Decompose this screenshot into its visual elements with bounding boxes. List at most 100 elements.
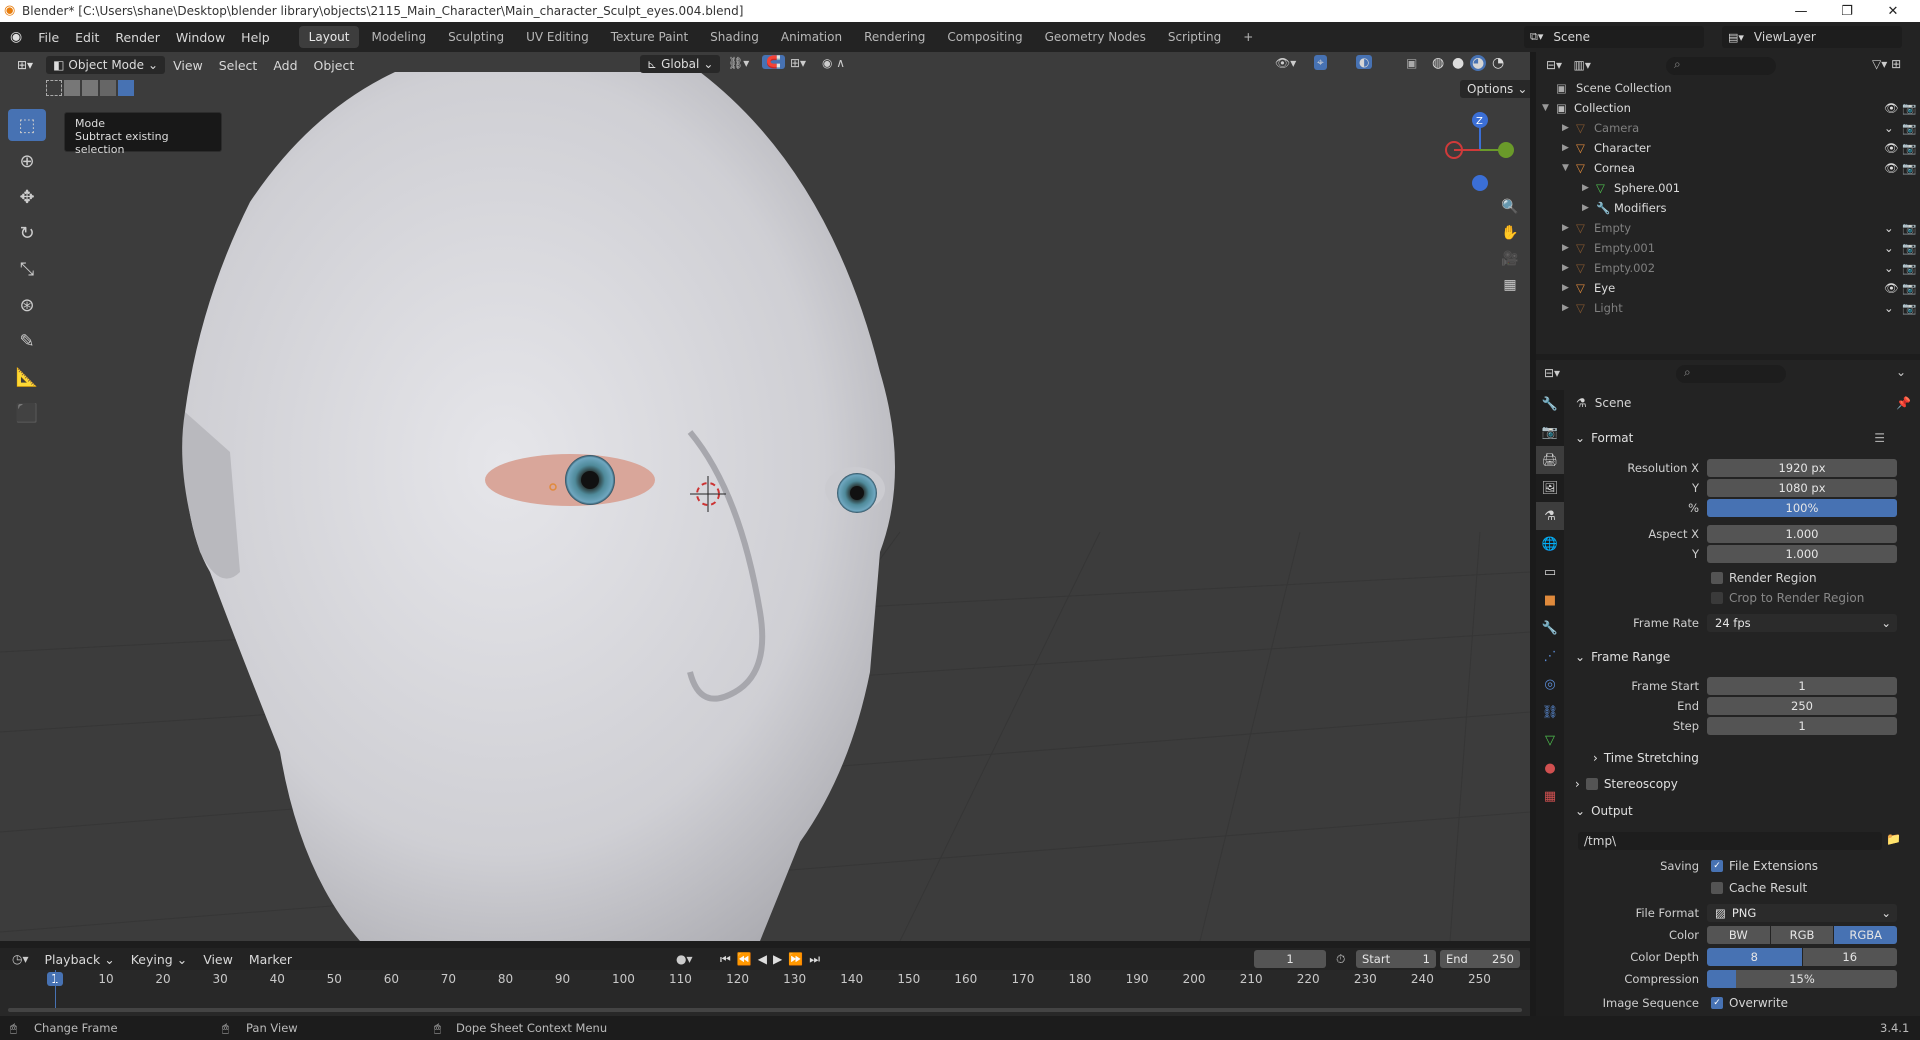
viewport-menu-select[interactable]: Select — [211, 58, 266, 73]
view-layer-selector[interactable]: ▤▾ ViewLayer — [1722, 26, 1902, 48]
filter-icon[interactable]: ▽▾ ⊞ — [1872, 57, 1901, 71]
clock-icon[interactable]: ⏱ — [1336, 952, 1345, 967]
color-rgb-button[interactable]: RGB — [1770, 926, 1834, 944]
resolution-y-field[interactable]: 1080 px — [1707, 479, 1897, 497]
frame-range-panel-header[interactable]: ⌄ Frame Range — [1575, 645, 1905, 669]
chevron-down-icon[interactable]: ⌄ — [1896, 365, 1906, 379]
folder-icon[interactable]: 📁 — [1886, 832, 1906, 850]
render-tab-icon[interactable]: 📷 — [1536, 418, 1564, 446]
start-frame-field[interactable]: Start 1 — [1356, 950, 1436, 968]
expand-arrow-icon[interactable]: ▼ — [1542, 103, 1549, 113]
eye-icon[interactable]: 👁 — [1884, 161, 1899, 175]
resolution-x-field[interactable]: 1920 px — [1707, 459, 1897, 477]
workspace-tab-modeling[interactable]: Modeling — [361, 26, 436, 48]
workspace-tab-compositing[interactable]: Compositing — [937, 26, 1032, 48]
viewport-menu-view[interactable]: View — [165, 58, 211, 73]
wireframe-shading-icon[interactable]: ◍ — [1432, 55, 1444, 71]
color-depth-8-button[interactable]: 8 — [1707, 948, 1802, 966]
material-tab-icon[interactable]: ● — [1536, 754, 1564, 782]
object-tab-icon[interactable]: ■ — [1536, 586, 1564, 614]
end-frame-field[interactable]: End 250 — [1440, 950, 1520, 968]
perspective-grid-icon[interactable]: ▦ — [1497, 272, 1523, 298]
frame-step-field[interactable]: 1 — [1707, 717, 1897, 735]
time-stretching-panel-header[interactable]: › Time Stretching — [1575, 746, 1905, 770]
gizmo-toggle-icon[interactable]: ⌖ — [1314, 55, 1327, 70]
camera-render-icon[interactable]: 📷 — [1902, 301, 1916, 315]
cache-result-checkbox[interactable]: Cache Result — [1711, 881, 1807, 895]
transform-tool[interactable]: ⊛ — [8, 289, 46, 321]
blender-menu-icon[interactable]: ◉ — [10, 29, 22, 45]
menu-help[interactable]: Help — [233, 30, 278, 45]
world-tab-icon[interactable]: 🌐 — [1536, 530, 1564, 558]
outliner-editor-icon[interactable]: ⊟▾ ▥▾ — [1546, 58, 1591, 72]
resolution-pct-field[interactable]: 100% — [1707, 499, 1897, 517]
properties-search-input[interactable]: ⌕ — [1676, 365, 1786, 383]
viewport-menu-object[interactable]: Object — [306, 58, 363, 73]
hidden-eye-icon[interactable]: ⌄ — [1884, 301, 1894, 315]
camera-render-icon[interactable]: 📷 — [1902, 241, 1916, 255]
cursor-tool[interactable]: ⊕ — [8, 145, 46, 177]
physics-tab-icon[interactable]: ◎ — [1536, 670, 1564, 698]
workspace-tab-rendering[interactable]: Rendering — [854, 26, 935, 48]
close-button[interactable]: ✕ — [1870, 0, 1916, 22]
select-new-icon[interactable] — [46, 80, 62, 96]
workspace-tab-shading[interactable]: Shading — [700, 26, 769, 48]
expand-arrow-icon[interactable]: ▶ — [1562, 263, 1569, 273]
scene-tab-icon[interactable]: ⚗ — [1536, 502, 1564, 530]
camera-render-icon[interactable]: 📷 — [1902, 161, 1916, 175]
constraints-tab-icon[interactable]: ⛓ — [1536, 698, 1564, 726]
scale-tool[interactable]: ⤡ — [8, 253, 46, 285]
timeline-menu-playback[interactable]: Playback ⌄ — [37, 952, 123, 967]
add-workspace-button[interactable]: + — [1233, 26, 1263, 48]
aspect-x-field[interactable]: 1.000 — [1707, 525, 1897, 543]
select-invert-icon[interactable] — [100, 80, 116, 96]
minimize-button[interactable]: — — [1778, 0, 1824, 22]
options-dropdown[interactable]: Options ⌄ — [1460, 80, 1535, 98]
outliner-search-input[interactable]: ⌕ — [1666, 57, 1776, 75]
view-layer-tab-icon[interactable]: 🖼 — [1536, 474, 1564, 502]
particles-tab-icon[interactable]: ⋰ — [1536, 642, 1564, 670]
camera-render-icon[interactable]: 📷 — [1902, 281, 1916, 295]
timeline-menu-marker[interactable]: Marker — [241, 952, 300, 967]
hidden-eye-icon[interactable]: ⌄ — [1884, 121, 1894, 135]
overlay-toggle-icon[interactable]: ◐ — [1356, 55, 1373, 69]
move-tool[interactable]: ✥ — [8, 181, 46, 213]
navigation-gizmo[interactable]: Z — [1440, 108, 1520, 198]
zoom-icon[interactable]: 🔍 — [1497, 194, 1523, 220]
visibility-icon[interactable]: 👁▾ — [1275, 56, 1296, 70]
frame-rate-dropdown[interactable]: 24 fps ⌄ — [1707, 614, 1897, 632]
color-rgba-button[interactable]: RGBA — [1834, 926, 1898, 944]
outliner-item[interactable]: ▶ ▽ Camera ⌄ 📷 — [1536, 118, 1920, 138]
workspace-tab-uv-editing[interactable]: UV Editing — [516, 26, 599, 48]
stereoscopy-panel-header[interactable]: › Stereoscopy — [1575, 772, 1905, 796]
snap-target-icon[interactable]: ⊞▾ — [790, 56, 806, 70]
outliner-item[interactable]: ▶ ▽ Sphere.001 — [1536, 178, 1920, 198]
hidden-eye-icon[interactable]: ⌄ — [1884, 241, 1894, 255]
proportional-edit-icon[interactable]: ◉ ∧ — [822, 56, 845, 70]
frame-start-field[interactable]: 1 — [1707, 677, 1897, 695]
output-path-input[interactable]: /tmp\ — [1578, 832, 1882, 850]
menu-file[interactable]: File — [30, 30, 67, 45]
collection-tab-icon[interactable]: ▭ — [1536, 558, 1564, 586]
workspace-tab-scripting[interactable]: Scripting — [1158, 26, 1231, 48]
outliner-item[interactable]: ▶ ▽ Empty.001 ⌄ 📷 — [1536, 238, 1920, 258]
transform-orientation-dropdown[interactable]: ⊾ Global ⌄ — [640, 55, 721, 73]
format-panel-header[interactable]: ⌄ Format ☰ — [1575, 426, 1905, 450]
outliner-item[interactable]: ▶ ▽ Light ⌄ 📷 — [1536, 298, 1920, 318]
select-box-tool[interactable]: ⬚ — [8, 109, 46, 141]
workspace-tab-geometry-nodes[interactable]: Geometry Nodes — [1035, 26, 1156, 48]
expand-arrow-icon[interactable]: ▶ — [1562, 123, 1569, 133]
file-format-dropdown[interactable]: ▨ PNG ⌄ — [1707, 904, 1897, 922]
menu-render[interactable]: Render — [107, 30, 168, 45]
tool-tab-icon[interactable]: 🔧 — [1536, 390, 1564, 418]
eye-icon[interactable]: 👁 — [1884, 281, 1899, 295]
eye-icon[interactable]: 👁 — [1884, 141, 1899, 155]
snap-toggle-icon[interactable]: 🧲 — [762, 55, 785, 69]
outliner-item[interactable]: ▶ ▽ Character 👁 📷 — [1536, 138, 1920, 158]
outliner-item[interactable]: ▼ ▽ Cornea 👁 📷 — [1536, 158, 1920, 178]
expand-arrow-icon[interactable]: ▶ — [1582, 203, 1589, 213]
material-shading-icon[interactable]: ◕ — [1470, 55, 1487, 71]
outliner-item[interactable]: ▼ ▣ Collection 👁 📷 — [1536, 98, 1920, 118]
rotate-tool[interactable]: ↻ — [8, 217, 46, 249]
outliner-item[interactable]: ▶ ▽ Eye 👁 📷 — [1536, 278, 1920, 298]
